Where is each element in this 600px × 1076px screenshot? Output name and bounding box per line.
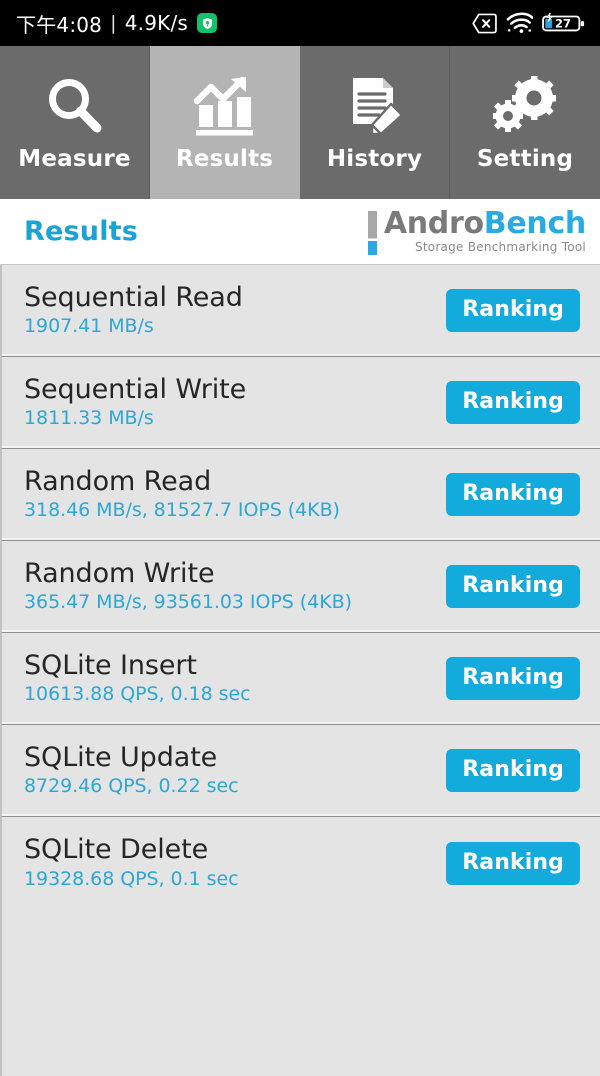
gears-icon [492,70,558,142]
result-value: 10613.88 QPS, 0.18 sec [24,683,251,706]
tab-results-label: Results [175,146,274,172]
ranking-button[interactable]: Ranking [446,749,580,792]
result-title: Sequential Write [24,373,247,405]
ranking-button[interactable]: Ranking [446,657,580,700]
battery-charging-icon: 27 [542,12,586,34]
result-info: SQLite Insert 10613.88 QPS, 0.18 sec [24,649,251,706]
logo-word-bench: Bench [483,205,587,241]
result-value: 1811.33 MB/s [24,407,154,430]
results-list: Sequential Read 1907.41 MB/s Ranking Seq… [0,265,600,1076]
result-info: Random Write 365.47 MB/s, 93561.03 IOPS … [24,557,352,614]
result-value: 8729.46 QPS, 0.22 sec [24,775,239,798]
androbench-logo: AndroBench Storage Benchmarking Tool [367,205,592,255]
tab-setting[interactable]: Setting [450,46,600,199]
table-row[interactable]: Sequential Read 1907.41 MB/s Ranking [2,265,600,357]
ranking-button[interactable]: Ranking [446,473,580,516]
ranking-button[interactable]: Ranking [446,565,580,608]
shield-location-icon [197,13,218,33]
table-row[interactable]: Random Write 365.47 MB/s, 93561.03 IOPS … [2,541,600,633]
document-pencil-icon [343,70,407,142]
table-row[interactable]: Random Read 318.46 MB/s, 81527.7 IOPS (4… [2,449,600,541]
table-row[interactable]: SQLite Update 8729.46 QPS, 0.22 sec Rank… [2,725,600,817]
main-tab-bar: Measure Results History Setting [0,46,600,199]
status-bar-right: 27 [472,12,586,34]
network-speed-label: 4.9K/s [124,11,189,35]
androbench-app-screen: 下午4:08 | 4.9K/s 27 Measure Results Histo… [0,0,600,1076]
bar-chart-arrow-icon [192,70,258,142]
result-info: Sequential Read 1907.41 MB/s [24,281,243,338]
results-page-header: Results AndroBench Storage Benchmarking … [0,199,600,265]
result-value: 19328.68 QPS, 0.1 sec [24,867,239,890]
table-row[interactable]: Sequential Write 1811.33 MB/s Ranking [2,357,600,449]
wifi-icon [506,12,533,34]
status-bar: 下午4:08 | 4.9K/s 27 [0,0,600,46]
table-row[interactable]: SQLite Insert 10613.88 QPS, 0.18 sec Ran… [2,633,600,725]
tab-history[interactable]: History [300,46,450,199]
result-value: 365.47 MB/s, 93561.03 IOPS (4KB) [24,591,352,614]
logo-subtitle: Storage Benchmarking Tool [414,240,586,255]
status-separator: | [110,12,117,34]
tab-setting-label: Setting [476,146,574,172]
result-value: 1907.41 MB/s [24,315,154,338]
logo-bar-mark [367,210,377,255]
result-title: Sequential Read [24,281,243,313]
result-info: SQLite Delete 19328.68 QPS, 0.1 sec [24,835,239,890]
result-title: Random Write [24,557,215,589]
ranking-button[interactable]: Ranking [446,289,580,332]
result-title: SQLite Delete [24,834,209,866]
svg-text:27: 27 [555,16,571,30]
tab-results[interactable]: Results [150,46,300,199]
result-info: Random Read 318.46 MB/s, 81527.7 IOPS (4… [24,465,340,522]
result-info: SQLite Update 8729.46 QPS, 0.22 sec [24,741,239,798]
tab-measure-label: Measure [18,146,131,172]
logo-wordmark: AndroBench [383,205,587,241]
result-title: Random Read [24,465,212,497]
ranking-button[interactable]: Ranking [446,381,580,424]
result-value: 318.46 MB/s, 81527.7 IOPS (4KB) [24,499,340,522]
sim-card-off-icon [472,13,497,34]
logo-text: AndroBench Storage Benchmarking Tool [383,205,587,255]
table-row[interactable]: SQLite Delete 19328.68 QPS, 0.1 sec Rank… [2,817,600,909]
logo-word-andro: Andro [383,205,484,241]
result-title: SQLite Insert [24,649,197,681]
status-time: 下午4:08 [16,12,103,37]
ranking-button[interactable]: Ranking [446,841,580,885]
tab-history-label: History [326,146,423,172]
result-info: Sequential Write 1811.33 MB/s [24,373,247,430]
page-title: Results [24,216,139,247]
result-title: SQLite Update [24,741,218,773]
magnifier-icon [42,70,108,142]
status-bar-left: 下午4:08 | 4.9K/s [16,9,218,38]
tab-measure[interactable]: Measure [0,46,150,199]
